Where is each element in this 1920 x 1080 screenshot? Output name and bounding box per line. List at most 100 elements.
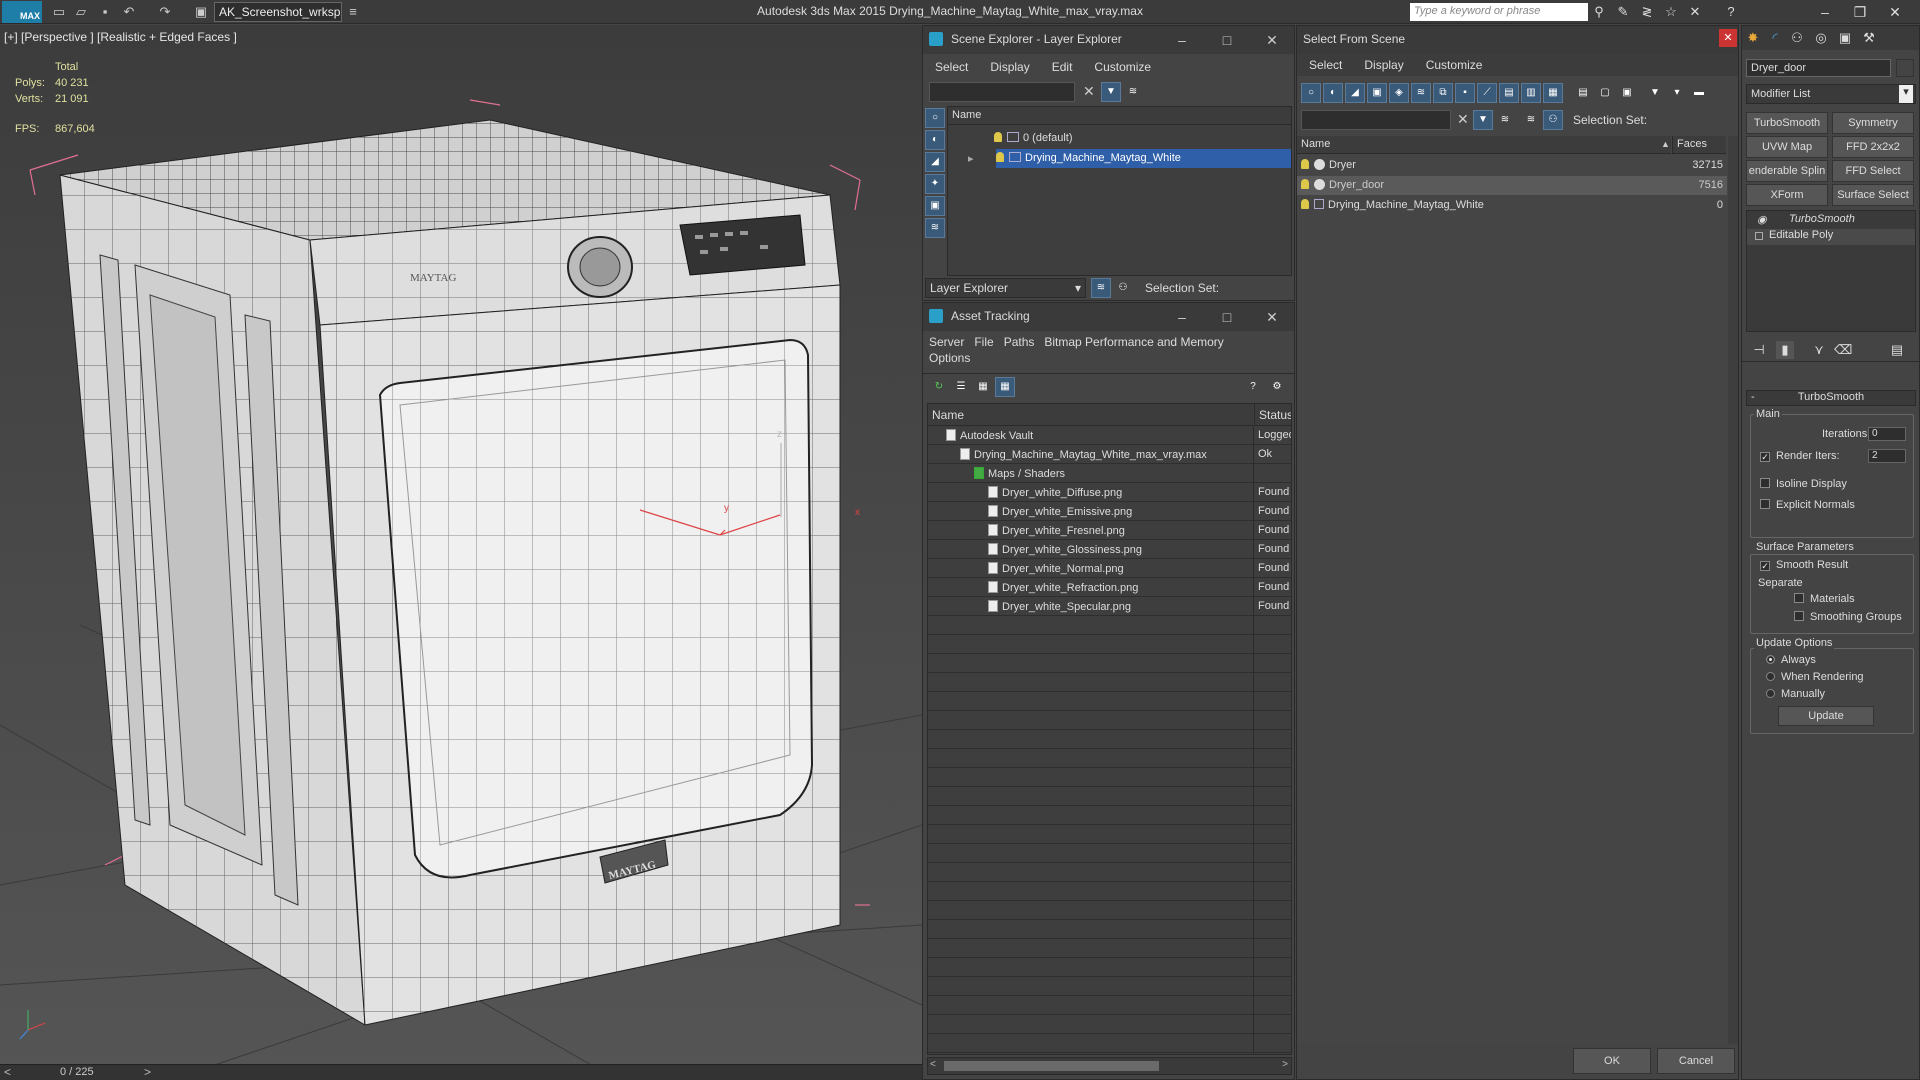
scroll-left-icon[interactable]: <	[930, 1059, 936, 1070]
make-unique-icon[interactable]: ⋎	[1810, 341, 1828, 359]
se-display-cameras-icon[interactable]: ▣	[925, 196, 945, 216]
sfs-filter-toggle-icon[interactable]: ▼	[1473, 110, 1493, 130]
asset-tracking-close[interactable]: ✕	[1261, 307, 1283, 327]
at-column-status[interactable]: Status	[1254, 404, 1291, 426]
display-xrefs-icon[interactable]: ▪	[1455, 83, 1475, 103]
asset-row[interactable]: Dryer_white_Normal.png Found	[928, 559, 1291, 578]
show-end-result-icon[interactable]: ▮	[1776, 341, 1794, 359]
manually-radio[interactable]: Manually	[1766, 688, 1825, 700]
smoothing-groups-checkbox[interactable]: Smoothing Groups	[1794, 611, 1902, 623]
viewport-label[interactable]: [+] [Perspective ] [Realistic + Edged Fa…	[4, 30, 237, 44]
stack-item-editable-poly[interactable]: Editable Poly	[1747, 229, 1915, 245]
display-containers-icon[interactable]: ▤	[1499, 83, 1519, 103]
asset-tracking-minimize[interactable]: –	[1171, 307, 1193, 327]
se-filter-icon[interactable]: ▼	[1101, 82, 1121, 102]
expand-arrow-icon[interactable]: ▸	[968, 152, 974, 165]
minimize-button[interactable]: –	[1810, 2, 1840, 22]
at-horizontal-scrollbar[interactable]: < >	[927, 1057, 1292, 1075]
always-radio[interactable]: Always	[1766, 654, 1816, 666]
surface-select-button[interactable]: Surface Select	[1832, 184, 1914, 206]
select-none-icon[interactable]: ▢	[1595, 83, 1615, 103]
se-search-field[interactable]	[929, 82, 1075, 102]
explorer-type-dropdown[interactable]: Layer Explorer ▾	[925, 278, 1086, 298]
subscription-icon[interactable]: ≷	[1638, 3, 1656, 21]
se-column-name[interactable]: Name	[948, 107, 1291, 125]
asset-row[interactable]: Dryer_white_Refraction.png Found	[928, 578, 1291, 597]
se-layer-manage-icon[interactable]: ≋	[1091, 278, 1111, 298]
time-slider[interactable]: < 0 / 225 >	[0, 1064, 922, 1080]
display-shapes-icon[interactable]: ◐	[1323, 83, 1343, 103]
sfs-menu-select[interactable]: Select	[1297, 54, 1352, 72]
new-file-icon[interactable]: ▭	[50, 3, 68, 21]
asset-tracking-maximize[interactable]: □	[1216, 307, 1238, 327]
project-folder-icon[interactable]: ▣	[192, 3, 210, 21]
refresh-icon[interactable]: ↻	[929, 377, 949, 397]
time-next-icon[interactable]: >	[144, 1065, 151, 1079]
tools-icon[interactable]: ✎	[1614, 3, 1632, 21]
remove-modifier-icon[interactable]: ⌫	[1834, 341, 1852, 359]
perspective-viewport[interactable]: MAYTAG MAYTAG z y x [+] [Perspective] […	[0, 25, 922, 1070]
uvw-map-button[interactable]: UVW Map	[1746, 136, 1828, 158]
turbosmooth-button[interactable]: TurboSmooth	[1746, 112, 1828, 134]
sfs-menu-customize[interactable]: Customize	[1414, 54, 1493, 72]
at-menu-file[interactable]: File	[968, 333, 997, 349]
turbosmooth-rollout-header[interactable]: - TurboSmooth	[1746, 390, 1916, 406]
utilities-tab-icon[interactable]: ⚒	[1860, 29, 1878, 47]
se-display-shapes-icon[interactable]: ◢	[925, 152, 945, 172]
update-button[interactable]: Update	[1778, 706, 1874, 726]
light-bulb-icon[interactable]	[994, 132, 1002, 142]
asset-row[interactable]: Dryer_white_Fresnel.png Found	[928, 521, 1291, 540]
display-groups-icon[interactable]: ⧉	[1433, 83, 1453, 103]
se-layers-icon[interactable]: ≋	[1123, 82, 1143, 102]
thumbnail-view-icon[interactable]: ▦	[973, 377, 993, 397]
asset-row[interactable]: Dryer_white_Glossiness.png Found	[928, 540, 1291, 559]
create-tab-icon[interactable]: ✸	[1744, 29, 1762, 47]
at-settings-icon[interactable]: ⚙	[1267, 377, 1287, 397]
se-display-geometry-icon[interactable]: ◐	[925, 130, 945, 150]
time-prev-icon[interactable]: <	[4, 1065, 11, 1079]
at-menu-paths[interactable]: Paths	[998, 333, 1039, 349]
display-lights-icon[interactable]: ◢	[1345, 83, 1365, 103]
symmetry-button[interactable]: Symmetry	[1832, 112, 1914, 134]
at-help-icon[interactable]: ?	[1243, 377, 1263, 397]
sfs-collapse-icon[interactable]: ▬	[1689, 83, 1709, 103]
display-geometry-icon[interactable]: ○	[1301, 83, 1321, 103]
se-menu-customize[interactable]: Customize	[1082, 56, 1161, 74]
select-invert-icon[interactable]: ▣	[1617, 83, 1637, 103]
stack-item-turbosmooth[interactable]: ◉ TurboSmooth	[1747, 213, 1915, 229]
sfs-search-field[interactable]	[1301, 110, 1451, 130]
se-menu-select[interactable]: Select	[923, 56, 978, 74]
sfs-vertical-scrollbar[interactable]	[1728, 136, 1738, 1044]
keyword-search-input[interactable]: Type a keyword or phrase	[1410, 3, 1588, 21]
isoline-display-checkbox[interactable]: Isoline Display	[1760, 478, 1847, 490]
sfs-row-dryer-door[interactable]: Dryer_door 7516	[1297, 176, 1727, 195]
exchange-icon[interactable]: ✕	[1686, 3, 1704, 21]
asset-row[interactable]: Dryer_white_Emissive.png Found	[928, 502, 1291, 521]
scene-explorer-maximize[interactable]: □	[1216, 30, 1238, 50]
sfs-row-dryer[interactable]: Dryer 32715	[1297, 156, 1727, 175]
asset-row[interactable]: Autodesk Vault Logged	[928, 426, 1291, 445]
open-file-icon[interactable]: ▱	[72, 3, 90, 21]
iterations-spinner[interactable]: 0	[1868, 427, 1906, 441]
motion-tab-icon[interactable]: ◎	[1812, 29, 1830, 47]
scene-explorer-close[interactable]: ✕	[1261, 30, 1283, 50]
explicit-normals-checkbox[interactable]: Explicit Normals	[1760, 499, 1855, 511]
scroll-right-icon[interactable]: >	[1282, 1059, 1288, 1070]
ffd-2x2x2-button[interactable]: FFD 2x2x2	[1832, 136, 1914, 158]
display-tab-icon[interactable]: ▣	[1836, 29, 1854, 47]
sfs-clear-icon[interactable]: ✕	[1457, 111, 1469, 128]
se-menu-edit[interactable]: Edit	[1040, 56, 1083, 74]
light-bulb-icon[interactable]	[996, 152, 1004, 162]
se-clear-icon[interactable]: ✕	[1083, 83, 1095, 100]
cancel-button[interactable]: Cancel	[1657, 1048, 1735, 1074]
at-menu-bitmap[interactable]: Bitmap Performance and Memory	[1038, 333, 1227, 349]
list-view-icon[interactable]: ☰	[951, 377, 971, 397]
display-hidden-icon[interactable]: ▦	[1543, 83, 1563, 103]
display-cameras-icon[interactable]: ▣	[1367, 83, 1387, 103]
help-icon[interactable]: ?	[1722, 3, 1740, 21]
se-hierarchy-icon[interactable]: ⚇	[1113, 278, 1133, 298]
modifier-list-dropdown[interactable]: Modifier List ▾	[1746, 84, 1916, 104]
sfs-close-button[interactable]: ✕	[1719, 29, 1737, 47]
at-column-name[interactable]: Name	[928, 404, 1253, 426]
at-menu-options[interactable]: Options	[923, 349, 974, 365]
